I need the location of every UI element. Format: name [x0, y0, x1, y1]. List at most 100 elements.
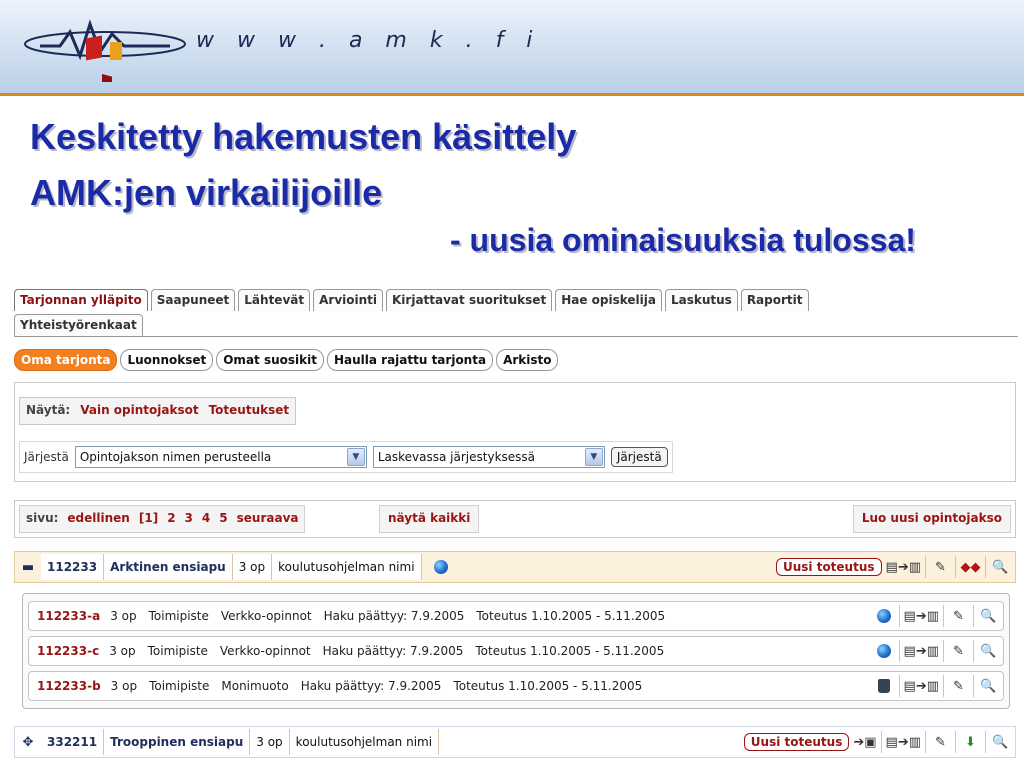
edit-icon[interactable]: ✎ — [943, 605, 973, 627]
realization-mode: Verkko-opinnot — [219, 644, 311, 658]
tab-recordable-credits[interactable]: Kirjattavat suoritukset — [386, 289, 553, 311]
show-all-container: näytä kaikki — [379, 505, 480, 533]
copy-icon[interactable]: ➔▣ — [849, 731, 880, 753]
globe-icon[interactable] — [869, 605, 899, 627]
inspect-icon[interactable]: 🔍 — [985, 731, 1015, 753]
course-name[interactable]: Arktinen ensiapu — [104, 554, 233, 580]
show-courses-link[interactable]: Vain opintojaksot — [80, 403, 198, 419]
create-course-link[interactable]: Luo uusi opintojakso — [862, 511, 1002, 525]
inspect-icon[interactable]: 🔍 — [985, 556, 1015, 578]
tab-cooperation-networks[interactable]: Yhteistyörenkaat — [14, 314, 143, 336]
sort-button[interactable]: Järjestä — [610, 447, 668, 467]
filter-panel: Näytä: Vain opintojaksot Toteutukset Jär… — [14, 382, 1016, 482]
new-realization-button[interactable]: Uusi toteutus — [775, 558, 882, 576]
inspect-icon[interactable]: 🔍 — [973, 675, 1003, 697]
course-credits: 3 op — [250, 729, 290, 755]
inspect-icon[interactable]: 🔍 — [973, 605, 1003, 627]
new-realization-button[interactable]: Uusi toteutus — [743, 733, 850, 751]
course-credits: 3 op — [232, 554, 273, 580]
tab-incoming[interactable]: Saapuneet — [150, 289, 236, 311]
create-course-container: Luo uusi opintojakso — [852, 505, 1011, 533]
realization-period: Toteutus 1.10.2005 - 5.11.2005 — [476, 609, 666, 623]
slide-title-line2: AMK:jen virkailijoille — [30, 172, 383, 213]
realization-code[interactable]: 112233-c — [37, 644, 99, 658]
download-icon[interactable]: ⬇ — [955, 731, 985, 753]
course-row: ▬ 112233 Arktinen ensiapu 3 op koulutuso… — [14, 551, 1016, 583]
realization-unit: Toimipiste — [147, 644, 208, 658]
transfer-icon[interactable]: ▤➔▥ — [898, 605, 943, 627]
realization-unit: Toimipiste — [148, 609, 209, 623]
page-link-5[interactable]: 5 — [219, 511, 227, 527]
expand-icon[interactable]: ✥ — [15, 729, 41, 755]
globe-icon[interactable] — [422, 554, 460, 580]
sort-field-value: Opintojakson nimen perusteella — [79, 450, 272, 464]
realization-code[interactable]: 112233-b — [37, 679, 101, 693]
subtab-archive[interactable]: Arkisto — [496, 349, 559, 371]
page-link-2[interactable]: 2 — [167, 511, 175, 527]
realization-application: Haku päättyy: 7.9.2005 — [300, 679, 442, 693]
collapse-icon[interactable]: ▬ — [15, 554, 41, 580]
course-code: 112233 — [41, 554, 105, 580]
transfer-icon[interactable]: ▤➔▥ — [898, 675, 943, 697]
sort-controls: Järjestä Opintojakson nimen perusteella … — [19, 441, 673, 473]
realization-unit: Toimipiste — [149, 679, 210, 693]
tab-assessment[interactable]: Arviointi — [313, 289, 383, 311]
delete-icon[interactable] — [869, 675, 899, 697]
sort-order-value: Laskevassa järjestyksessä — [377, 450, 536, 464]
amk-logo-icon — [24, 19, 186, 82]
subtab-favorites[interactable]: Omat suosikit — [216, 349, 324, 371]
realization-application: Haku päättyy: 7.9.2005 — [323, 609, 465, 623]
realization-list: 112233-a 3 op Toimipiste Verkko-opinnot … — [22, 593, 1010, 709]
realization-period: Toteutus 1.10.2005 - 5.11.2005 — [453, 679, 643, 693]
edit-icon[interactable]: ✎ — [925, 556, 955, 578]
course-code: 332211 — [41, 729, 105, 755]
chevron-down-icon: ▼ — [346, 448, 365, 466]
transfer-icon[interactable]: ▤➔▥ — [898, 640, 943, 662]
sub-tabs: Oma tarjonta Luonnokset Omat suosikit Ha… — [14, 349, 561, 371]
edit-icon[interactable]: ✎ — [943, 675, 973, 697]
site-url: w w w . a m k . f i — [196, 28, 541, 53]
subtab-drafts[interactable]: Luonnokset — [120, 349, 214, 371]
tab-offering-maintenance[interactable]: Tarjonnan ylläpito — [14, 289, 148, 311]
realization-credits: 3 op — [109, 644, 136, 658]
show-all-link[interactable]: näytä kaikki — [388, 511, 470, 525]
page-link-3[interactable]: 3 — [185, 511, 193, 527]
transfer-icon[interactable]: ▤➔▥ — [880, 731, 925, 753]
realization-row: 112233-b 3 op Toimipiste Monimuoto Haku … — [28, 671, 1004, 701]
tab-billing[interactable]: Laskutus — [664, 289, 738, 311]
sort-label: Järjestä — [24, 450, 69, 464]
globe-icon[interactable] — [869, 640, 899, 662]
show-filter: Näytä: Vain opintojaksot Toteutukset — [19, 397, 297, 425]
show-realizations-link[interactable]: Toteutukset — [209, 403, 290, 419]
pager-bar: sivu: edellinen [1] 2 3 4 5 seuraava näy… — [14, 500, 1016, 538]
header-banner: w w w . a m k . f i — [0, 0, 1024, 95]
sort-field-select[interactable]: Opintojakson nimen perusteella ▼ — [74, 446, 367, 468]
edit-icon[interactable]: ✎ — [925, 731, 955, 753]
prev-page-link[interactable]: edellinen — [67, 511, 129, 527]
page-label: sivu: — [26, 511, 59, 525]
realization-row: 112233-a 3 op Toimipiste Verkko-opinnot … — [28, 601, 1004, 631]
realization-code[interactable]: 112233-a — [37, 609, 100, 623]
realization-credits: 3 op — [110, 609, 137, 623]
show-label: Näytä: — [26, 403, 71, 417]
chevron-down-icon: ▼ — [584, 448, 603, 466]
tab-outgoing[interactable]: Lähtevät — [238, 289, 311, 311]
subtab-own-offering[interactable]: Oma tarjonta — [14, 349, 118, 371]
realization-period: Toteutus 1.10.2005 - 5.11.2005 — [475, 644, 665, 658]
course-name[interactable]: Trooppinen ensiapu — [104, 729, 251, 755]
course-program: koulutusohjelman nimi — [272, 554, 422, 580]
sort-order-select[interactable]: Laskevassa järjestyksessä ▼ — [372, 446, 605, 468]
next-page-link[interactable]: seuraava — [237, 511, 299, 527]
move-icon[interactable]: ◆◆ — [955, 556, 985, 578]
edit-icon[interactable]: ✎ — [943, 640, 973, 662]
tab-find-student[interactable]: Hae opiskelija — [555, 289, 662, 311]
transfer-icon[interactable]: ▤➔▥ — [882, 556, 925, 578]
page-link-4[interactable]: 4 — [202, 511, 210, 527]
subtab-search-filtered[interactable]: Haulla rajattu tarjonta — [326, 349, 494, 371]
tab-reports[interactable]: Raportit — [740, 289, 809, 311]
inspect-icon[interactable]: 🔍 — [973, 640, 1003, 662]
realization-mode: Monimuoto — [221, 679, 289, 693]
slide-title-line1: Keskitetty hakemusten käsittely — [30, 116, 577, 157]
realization-mode: Verkko-opinnot — [220, 609, 312, 623]
page-link-1[interactable]: [1] — [139, 511, 158, 527]
